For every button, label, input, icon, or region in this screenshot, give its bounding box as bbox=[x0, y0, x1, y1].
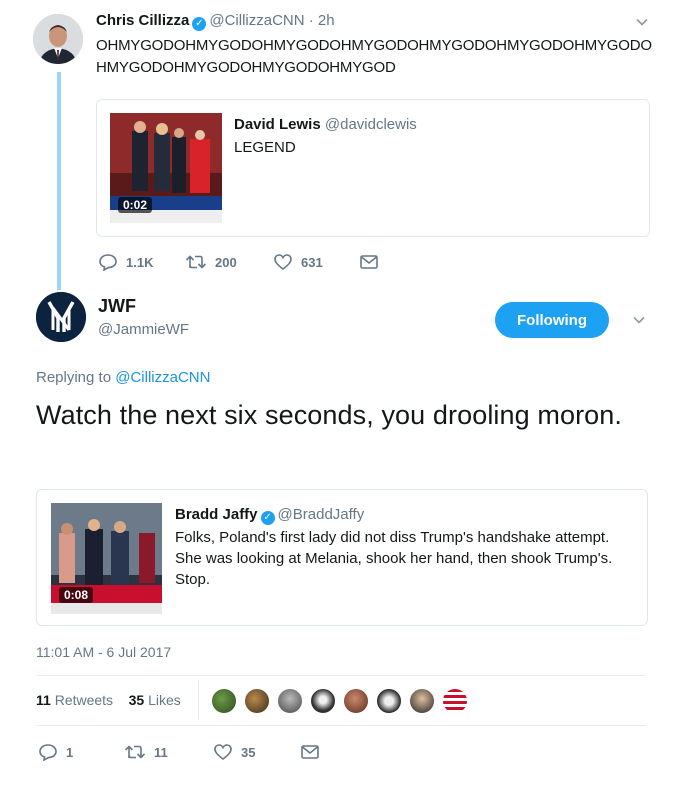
likers-avatars bbox=[211, 688, 475, 714]
quoted-author-handle[interactable]: @BraddJaffy bbox=[278, 506, 365, 523]
us-flag-heart-avatar[interactable] bbox=[442, 688, 468, 714]
replying-to-label: Replying to bbox=[36, 369, 112, 386]
yankees-logo-icon bbox=[36, 292, 86, 342]
tweet-stats: 11 Retweets 35 Likes bbox=[36, 692, 181, 708]
liker-avatar[interactable] bbox=[376, 688, 402, 714]
liker-avatar[interactable] bbox=[244, 688, 270, 714]
retweet-count: 200 bbox=[215, 254, 237, 270]
divider bbox=[36, 725, 646, 726]
video-thumbnail[interactable]: 0:08 bbox=[51, 503, 162, 614]
direct-message-button[interactable] bbox=[359, 253, 387, 271]
video-thumbnail[interactable]: 0:02 bbox=[110, 113, 222, 223]
following-button[interactable]: Following bbox=[495, 302, 609, 338]
quoted-author-name[interactable]: Bradd Jaffy bbox=[175, 506, 258, 523]
quoted-author: David Lewis @davidclewis bbox=[234, 116, 417, 133]
author-handle[interactable]: @JammieWF bbox=[98, 321, 189, 338]
like-button[interactable]: 631 bbox=[273, 253, 323, 271]
quoted-author-handle[interactable]: @davidclewis bbox=[325, 116, 417, 133]
parent-tweet-header: Chris Cillizza ✓ @CillizzaCNN · 2h bbox=[96, 12, 335, 31]
envelope-icon bbox=[360, 255, 378, 269]
tweet-text: OHMYGODOHMYGODOHMYGODOHMYGODOHMYGODOHMYG… bbox=[96, 37, 652, 76]
avatar[interactable] bbox=[36, 292, 86, 342]
liker-avatar[interactable] bbox=[409, 688, 435, 714]
verified-badge-icon: ✓ bbox=[260, 511, 275, 525]
retweet-icon bbox=[124, 745, 146, 759]
stats-separator bbox=[198, 680, 199, 720]
direct-message-button[interactable] bbox=[300, 743, 328, 761]
retweet-count: 11 bbox=[154, 744, 168, 760]
quoted-author-name[interactable]: David Lewis bbox=[234, 116, 321, 133]
retweets-stat-count: 11 bbox=[36, 692, 51, 708]
thread-connector-line bbox=[57, 72, 61, 290]
heart-icon bbox=[214, 744, 232, 761]
reply-count: 1.1K bbox=[126, 254, 154, 270]
retweet-icon bbox=[185, 255, 207, 269]
replying-to-handle[interactable]: @CillizzaCNN bbox=[115, 369, 210, 386]
quoted-tweet-card[interactable]: 0:08 Bradd Jaffy ✓ @BraddJaffy Folks, Pola… bbox=[36, 489, 648, 626]
heart-icon bbox=[274, 254, 292, 271]
retweets-stat[interactable]: 11 Retweets bbox=[36, 692, 113, 708]
video-duration: 0:08 bbox=[59, 587, 94, 603]
author-name[interactable]: JWF bbox=[98, 296, 136, 317]
reply-icon bbox=[39, 744, 57, 761]
replying-to: Replying to @CillizzaCNN bbox=[36, 369, 210, 386]
avatar[interactable] bbox=[33, 14, 83, 64]
quoted-tweet-card[interactable]: 0:02 David Lewis @davidclewis LEGEND bbox=[96, 99, 650, 237]
likes-stat-count: 35 bbox=[128, 692, 145, 708]
liker-avatar[interactable] bbox=[343, 688, 369, 714]
retweet-button[interactable]: 11 bbox=[124, 743, 168, 761]
tweet-text: Watch the next six seconds, you drooling… bbox=[36, 400, 622, 430]
chevron-down-icon[interactable] bbox=[632, 313, 646, 327]
tweet-timestamp[interactable]: 11:01 AM - 6 Jul 2017 bbox=[36, 644, 171, 660]
liker-avatar[interactable] bbox=[310, 688, 336, 714]
quoted-tweet-text: LEGEND bbox=[234, 139, 296, 156]
liker-avatar[interactable] bbox=[211, 688, 237, 714]
author-name[interactable]: Chris Cillizza bbox=[96, 12, 189, 29]
author-handle[interactable]: @CillizzaCNN bbox=[209, 12, 304, 29]
like-count: 35 bbox=[241, 744, 256, 760]
retweet-button[interactable]: 200 bbox=[185, 253, 237, 271]
reply-count: 1 bbox=[66, 744, 74, 760]
divider bbox=[36, 675, 646, 676]
liker-avatar[interactable] bbox=[277, 688, 303, 714]
like-count: 631 bbox=[301, 254, 323, 270]
video-duration: 0:02 bbox=[118, 197, 153, 213]
reply-icon bbox=[99, 254, 117, 271]
like-button[interactable]: 35 bbox=[213, 743, 255, 761]
reply-button[interactable]: 1 bbox=[38, 743, 73, 761]
quoted-tweet-text: Folks, Poland's first lady did not diss … bbox=[175, 529, 613, 588]
reply-button[interactable]: 1.1K bbox=[98, 253, 153, 271]
likes-stat[interactable]: 35 Likes bbox=[129, 692, 181, 708]
quoted-author: Bradd Jaffy ✓ @BraddJaffy bbox=[175, 506, 364, 525]
chevron-down-icon[interactable] bbox=[635, 15, 649, 29]
verified-badge-icon: ✓ bbox=[192, 17, 207, 31]
avatar-image bbox=[33, 14, 83, 64]
envelope-icon bbox=[301, 745, 319, 759]
retweets-stat-label: Retweets bbox=[54, 692, 114, 708]
tweet-time[interactable]: · 2h bbox=[309, 12, 335, 29]
likes-stat-label: Likes bbox=[148, 692, 181, 708]
